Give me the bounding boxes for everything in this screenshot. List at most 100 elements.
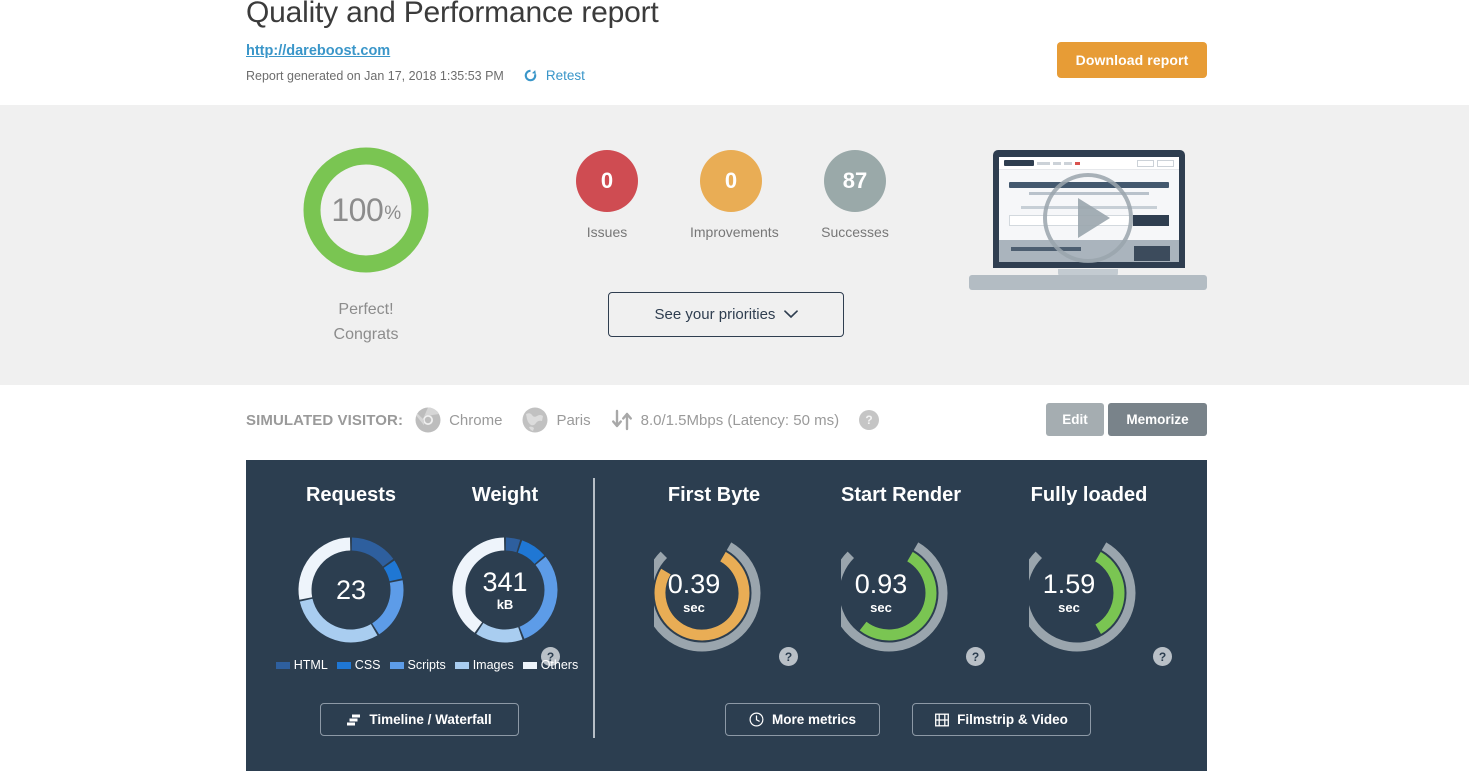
weight-title: Weight	[471, 484, 539, 506]
legend-label: Others	[540, 658, 579, 672]
up-down-arrows-icon	[611, 409, 635, 431]
stat-improvements-bubble: 0	[700, 150, 762, 212]
globe-icon	[522, 407, 548, 433]
score-caption: Perfect! Congrats	[246, 297, 486, 347]
simulated-visitor-info: SIMULATED VISITOR: Chrome Paris 8.0/1.5M…	[246, 400, 880, 440]
legend-label: Scripts	[407, 658, 446, 672]
legend-swatch	[336, 661, 351, 669]
more-metrics-label: More metrics	[771, 712, 857, 727]
visitor-browser-label: Chrome	[449, 411, 503, 429]
site-url-link[interactable]: http://dareboost.com	[246, 43, 390, 59]
start-render-title: Start Render	[840, 484, 962, 506]
preview-nav-item	[1075, 161, 1080, 165]
first-byte-title: First Byte	[667, 484, 761, 506]
panel-divider	[593, 478, 595, 738]
retest-link[interactable]: Retest	[546, 68, 585, 83]
report-meta: Report generated on Jan 17, 2018 1:35:53…	[246, 68, 585, 83]
fully-loaded-help-icon[interactable]: ?	[1153, 647, 1172, 666]
legend-swatch	[454, 661, 469, 669]
first-byte-help-icon[interactable]: ?	[779, 647, 798, 666]
chevron-down-icon	[784, 310, 799, 319]
score-caption-line1: Perfect!	[338, 301, 394, 318]
video-preview[interactable]	[969, 150, 1207, 290]
visitor-location: Paris	[522, 407, 591, 433]
score-value-label: 100%	[299, 143, 433, 277]
timeline-waterfall-button[interactable]: Timeline / Waterfall	[320, 703, 519, 736]
preview-nav-button	[1137, 159, 1154, 167]
legend-item-images: Images	[454, 658, 514, 672]
summary-band: 100% Perfect! Congrats 0 Issues 0 Improv…	[0, 105, 1469, 385]
legend-swatch	[275, 661, 290, 669]
fully-loaded-title: Fully loaded	[1030, 484, 1148, 506]
laptop-base	[969, 275, 1207, 290]
waterfall-icon	[347, 714, 361, 726]
preview-footer-card	[1134, 246, 1170, 261]
quality-score: 100% Perfect! Congrats	[246, 143, 486, 347]
audit-stats: 0 Issues 0 Improvements 87 Successes	[566, 150, 896, 240]
play-button-icon[interactable]	[1040, 170, 1136, 266]
start-render-help-icon[interactable]: ?	[966, 647, 985, 666]
requests-donut-chart[interactable]: 23	[293, 532, 409, 648]
fully-loaded-gauge[interactable]: 1.59 sec	[1018, 528, 1149, 658]
report-header: Quality and Performance report http://da…	[0, 0, 1469, 105]
preview-nav-item	[1064, 161, 1072, 165]
legend-item-scripts: Scripts	[389, 658, 446, 672]
stat-issues-label: Issues	[586, 224, 628, 240]
legend-swatch	[522, 661, 537, 669]
requests-title: Requests	[305, 484, 397, 506]
score-value: 100	[331, 191, 384, 228]
stat-issues[interactable]: 0 Issues	[566, 150, 648, 240]
visitor-help-icon[interactable]: ?	[859, 410, 880, 430]
preview-nav	[999, 157, 1179, 170]
legend-item-css: CSS	[336, 658, 381, 672]
simulated-visitor-bar: SIMULATED VISITOR: Chrome Paris 8.0/1.5M…	[246, 400, 1207, 440]
start-render-gauge[interactable]: 0.93 sec	[830, 528, 961, 658]
see-your-priorities-button[interactable]: See your priorities	[608, 292, 844, 337]
preview-cta-button	[1133, 215, 1169, 226]
filmstrip-video-button[interactable]: Filmstrip & Video	[912, 703, 1091, 736]
first-byte-gauge[interactable]: 0.39 sec	[643, 528, 774, 658]
visitor-actions: Edit Memorize	[1046, 403, 1207, 436]
legend-item-html: HTML	[275, 658, 328, 672]
memorize-button[interactable]: Memorize	[1108, 403, 1207, 436]
legend-label: CSS	[354, 658, 381, 672]
stat-improvements-label: Improvements	[690, 224, 779, 240]
visitor-browser: Chrome	[415, 407, 502, 433]
stat-successes-bubble: 87	[824, 150, 886, 212]
stat-issues-bubble: 0	[576, 150, 638, 212]
timeline-waterfall-label: Timeline / Waterfall	[369, 712, 492, 727]
preview-logo	[1004, 160, 1034, 166]
score-percent-symbol: %	[384, 203, 401, 224]
simulated-visitor-title: SIMULATED VISITOR:	[246, 411, 404, 429]
clock-icon	[749, 712, 764, 727]
weight-donut-chart[interactable]: 341 kB	[447, 532, 563, 648]
summary-content: 100% Perfect! Congrats 0 Issues 0 Improv…	[246, 105, 1207, 385]
metrics-panel: Requests 23 Weight 341 kB ? HTML CSS Scr…	[246, 460, 1207, 771]
header-content: Quality and Performance report http://da…	[246, 0, 1207, 105]
edit-button[interactable]: Edit	[1046, 403, 1104, 436]
see-your-priorities-label: See your priorities	[654, 306, 776, 323]
legend-label: Images	[472, 658, 514, 672]
legend-swatch	[389, 661, 404, 669]
report-generated-text: Report generated on Jan 17, 2018 1:35:53…	[246, 68, 504, 83]
stat-successes-label: Successes	[821, 224, 889, 240]
visitor-location-label: Paris	[556, 411, 591, 429]
visitor-bandwidth-label: 8.0/1.5Mbps (Latency: 50 ms)	[640, 411, 840, 429]
preview-nav-item	[1037, 161, 1050, 165]
page-title: Quality and Performance report	[246, 0, 659, 29]
preview-nav-item	[1053, 161, 1061, 165]
stat-improvements[interactable]: 0 Improvements	[690, 150, 779, 240]
refresh-icon[interactable]	[524, 69, 537, 82]
donut-legend: HTML CSS Scripts Images Others	[262, 658, 592, 672]
filmstrip-video-label: Filmstrip & Video	[957, 712, 1068, 727]
more-metrics-button[interactable]: More metrics	[725, 703, 880, 736]
chrome-icon	[415, 407, 441, 433]
download-report-button[interactable]: Download report	[1057, 42, 1207, 78]
legend-item-others: Others	[522, 658, 579, 672]
stat-successes[interactable]: 87 Successes	[814, 150, 896, 240]
preview-nav-button	[1157, 159, 1174, 167]
score-caption-line2: Congrats	[333, 326, 399, 343]
film-icon	[935, 713, 950, 727]
visitor-bandwidth: 8.0/1.5Mbps (Latency: 50 ms)	[611, 409, 839, 431]
score-donut-chart: 100%	[299, 143, 433, 277]
